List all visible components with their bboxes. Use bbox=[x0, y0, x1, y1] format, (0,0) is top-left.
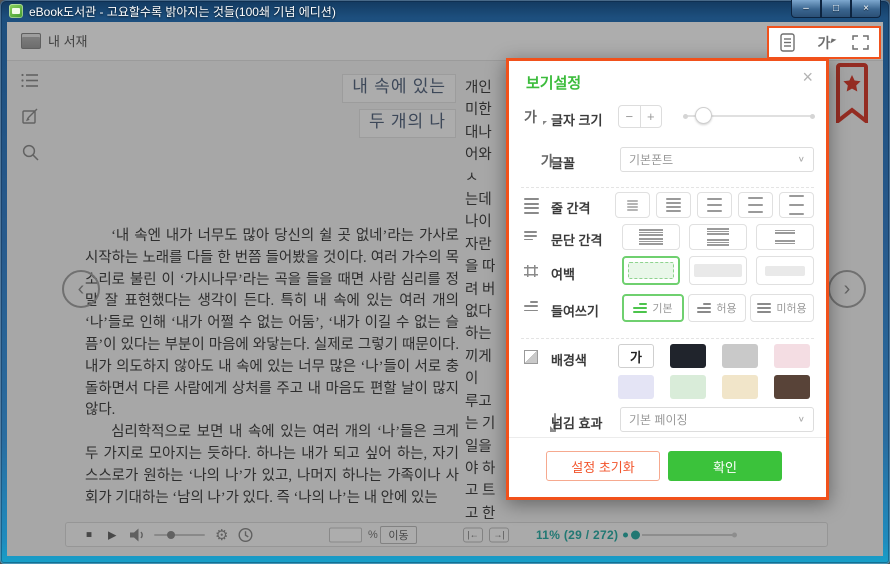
paragraph-spacing-label: 문단 간격 bbox=[551, 230, 602, 249]
indent-option-allow[interactable]: 허용 bbox=[688, 294, 746, 322]
bg-color-swatch[interactable] bbox=[670, 344, 706, 368]
line-spacing-icon bbox=[524, 198, 539, 214]
font-size-slider-track[interactable] bbox=[685, 115, 813, 117]
bg-color-swatch[interactable] bbox=[722, 375, 758, 399]
margin-option-2[interactable] bbox=[689, 256, 747, 285]
indent-option-label: 미허용 bbox=[776, 300, 806, 316]
line-spacing-option-4[interactable] bbox=[738, 192, 773, 218]
paragraph-spacing-icon bbox=[524, 231, 537, 240]
view-settings-panel: 보기설정 × 가 글자 크기 − + 가 글꼴 기본폰트 bbox=[506, 58, 829, 500]
divider bbox=[521, 338, 814, 339]
cursor-arrow-icon bbox=[831, 38, 837, 44]
bg-color-swatch[interactable] bbox=[722, 344, 758, 368]
font-size-slider-handle[interactable] bbox=[695, 107, 712, 124]
fullscreen-icon[interactable] bbox=[848, 31, 874, 55]
page-transition-label: 넘김 효과 bbox=[551, 413, 602, 432]
confirm-button[interactable]: 확인 bbox=[668, 451, 782, 481]
slider-left-dot bbox=[683, 114, 688, 119]
background-color-icon bbox=[524, 350, 538, 364]
bg-color-swatch[interactable] bbox=[618, 375, 654, 399]
bg-color-swatch[interactable] bbox=[774, 344, 810, 368]
bg-color-swatch[interactable] bbox=[670, 375, 706, 399]
indent-options: 기본 허용 미허용 bbox=[622, 294, 814, 322]
font-size-stepper: − + bbox=[618, 105, 662, 128]
panel-title: 보기설정 bbox=[526, 72, 581, 93]
chevron-down-icon: ∨ bbox=[798, 415, 805, 424]
line-spacing-option-2[interactable] bbox=[656, 192, 691, 218]
indent-option-disallow[interactable]: 미허용 bbox=[750, 294, 814, 322]
ga-glyph: 가 bbox=[818, 33, 831, 53]
font-size-decrease-button[interactable]: − bbox=[619, 106, 641, 127]
minimize-button[interactable]: – bbox=[791, 0, 821, 18]
bg-color-swatches: 가 bbox=[618, 344, 814, 399]
indent-default-icon bbox=[633, 303, 647, 313]
reset-settings-button[interactable]: 설정 초기화 bbox=[546, 451, 660, 481]
font-family-label: 글꼴 bbox=[551, 153, 575, 172]
paragraph-spacing-option-3[interactable] bbox=[756, 224, 814, 250]
reading-info-icon[interactable] bbox=[774, 31, 800, 55]
paragraph-spacing-options bbox=[622, 224, 814, 250]
background-color-label: 배경색 bbox=[551, 350, 587, 369]
window-title: eBook도서관 - 고요할수록 밝아지는 것들(100쇄 기념 에디션) bbox=[29, 3, 336, 20]
font-family-select[interactable]: 기본폰트 ∨ bbox=[620, 147, 814, 172]
page-transition-select[interactable]: 기본 페이징 ∨ bbox=[620, 407, 814, 432]
footer-divider bbox=[509, 437, 826, 438]
line-spacing-option-5[interactable] bbox=[779, 192, 814, 218]
font-size-increase-button[interactable]: + bbox=[641, 106, 662, 127]
app-icon bbox=[9, 4, 23, 18]
line-spacing-option-1[interactable] bbox=[615, 192, 650, 218]
bg-color-swatch[interactable]: 가 bbox=[618, 344, 654, 368]
titlebar: eBook도서관 - 고요할수록 밝아지는 것들(100쇄 기념 에디션) bbox=[0, 0, 890, 22]
indent-option-label: 기본 bbox=[652, 300, 672, 316]
slider-right-dot bbox=[810, 114, 815, 119]
font-size-icon: 가 bbox=[524, 109, 541, 125]
divider bbox=[521, 187, 814, 188]
indent-disallow-icon bbox=[757, 303, 771, 313]
chevron-down-icon: ∨ bbox=[798, 155, 805, 164]
line-spacing-label: 줄 간격 bbox=[551, 198, 591, 217]
paragraph-spacing-option-2[interactable] bbox=[689, 224, 747, 250]
page-transition-value: 기본 페이징 bbox=[629, 411, 688, 428]
view-settings-icon[interactable]: 가 bbox=[811, 31, 837, 55]
font-family-value: 기본폰트 bbox=[629, 151, 673, 168]
toolbar-highlight-box: 가 bbox=[767, 26, 881, 59]
margin-option-1-selected[interactable] bbox=[622, 256, 680, 285]
indent-icon bbox=[524, 301, 538, 311]
line-spacing-options bbox=[615, 192, 814, 218]
indent-allow-icon bbox=[697, 303, 711, 313]
margin-option-3[interactable] bbox=[756, 256, 814, 285]
indent-label: 들여쓰기 bbox=[551, 301, 599, 320]
close-panel-button[interactable]: × bbox=[802, 68, 813, 86]
margin-label: 여백 bbox=[551, 264, 575, 283]
ebook-reader-window: eBook도서관 - 고요할수록 밝아지는 것들(100쇄 기념 에디션) – … bbox=[0, 0, 890, 564]
line-spacing-option-3[interactable] bbox=[697, 192, 732, 218]
window-controls: – □ × bbox=[791, 0, 881, 18]
app-content: 내 서재 bbox=[7, 22, 883, 556]
close-window-button[interactable]: × bbox=[851, 0, 881, 18]
maximize-button[interactable]: □ bbox=[821, 0, 851, 18]
paragraph-spacing-option-1[interactable] bbox=[622, 224, 680, 250]
indent-option-label: 허용 bbox=[716, 300, 736, 316]
margin-options bbox=[622, 256, 814, 285]
font-size-label: 글자 크기 bbox=[551, 110, 602, 129]
margin-icon bbox=[524, 265, 538, 277]
indent-option-default[interactable]: 기본 bbox=[622, 294, 684, 322]
bg-color-swatch[interactable] bbox=[774, 375, 810, 399]
